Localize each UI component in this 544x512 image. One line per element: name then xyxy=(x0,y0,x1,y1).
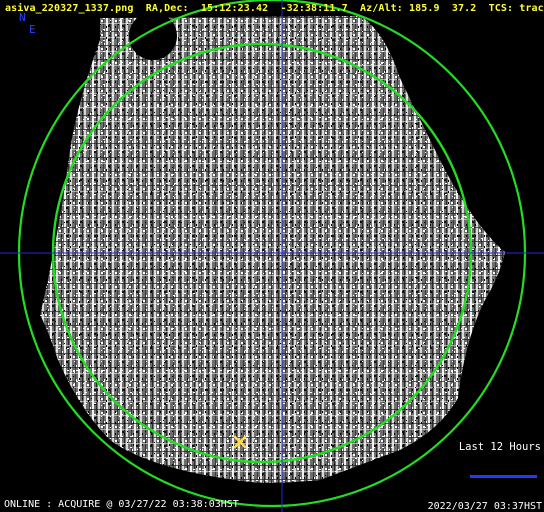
alt-value: 37.2 xyxy=(451,3,477,14)
sky-image xyxy=(40,16,505,483)
north-indicator: N xyxy=(19,11,26,24)
dec-value: -32:38:11.7 xyxy=(280,3,348,14)
legend-label: Last 12 Hours xyxy=(458,441,541,453)
occlusion-spot xyxy=(129,12,177,60)
status-online: ONLINE : ACQUIRE @ 03/27/22 03:38:03HST xyxy=(4,499,239,510)
sky-camera-view xyxy=(0,0,544,512)
azalt-label: Az/Alt: xyxy=(360,3,403,14)
az-value: 185.9 xyxy=(409,3,440,14)
east-indicator: E xyxy=(29,23,36,36)
radec-label: RA,Dec: xyxy=(145,3,189,14)
info-header: asiva_220327_1337.png RA,Dec: 15:12:23.4… xyxy=(5,3,544,14)
legend-track-line xyxy=(470,475,537,478)
tcs-state: track xyxy=(519,3,544,14)
ra-value: 15:12:23.42 xyxy=(200,3,269,14)
tcs-label: TCS: xyxy=(488,3,514,14)
status-timestamp: 2022/03/27 03:37HST xyxy=(427,501,542,512)
